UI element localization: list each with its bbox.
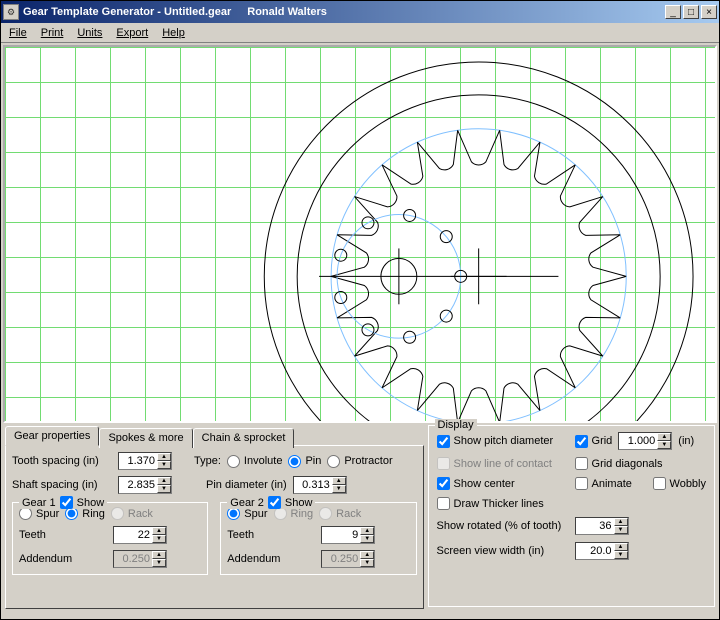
grid-diagonals-check[interactable]: Grid diagonals <box>575 457 663 470</box>
window-title: Gear Template Generator - Untitled.gear <box>23 6 231 18</box>
window-user: Ronald Walters <box>247 6 327 18</box>
tab-chain[interactable]: Chain & sprocket <box>193 428 295 448</box>
tooth-spacing-label: Tooth spacing (in) <box>12 455 112 467</box>
tab-gear-properties[interactable]: Gear properties <box>5 426 99 446</box>
tab-body: Tooth spacing (in) ▲▼ Type: Involute Pin… <box>5 445 424 609</box>
pin-diameter-field[interactable]: ▲▼ <box>293 476 347 494</box>
gear1-legend: Gear 1 <box>22 497 56 509</box>
gear1-teeth-field[interactable]: ▲▼ <box>113 526 167 544</box>
display-group: Display Show pitch diameter Grid ▲▼ (in)… <box>428 425 715 607</box>
type-label: Type: <box>194 455 221 467</box>
menu-help[interactable]: Help <box>162 27 185 39</box>
gear2-rack-radio: Rack <box>319 507 361 520</box>
animate-check[interactable]: Animate <box>575 477 647 490</box>
gear1-addendum-label: Addendum <box>19 553 107 565</box>
menubar: File Print Units Export Help <box>1 23 719 43</box>
screen-width-label: Screen view width (in) <box>437 545 569 557</box>
tab-spokes[interactable]: Spokes & more <box>99 428 192 448</box>
screen-width-field[interactable]: ▲▼ <box>575 542 629 560</box>
type-involute-radio[interactable]: Involute <box>227 455 283 468</box>
show-contact-check: Show line of contact <box>437 457 569 470</box>
titlebar: ⚙ Gear Template Generator - Untitled.gea… <box>1 1 719 23</box>
rotated-field[interactable]: ▲▼ <box>575 517 629 535</box>
grid-check[interactable]: Grid <box>575 435 613 448</box>
gear1-show-check[interactable]: Show <box>60 496 105 509</box>
gear-canvas[interactable] <box>3 45 717 423</box>
gear1-teeth-label: Teeth <box>19 529 107 541</box>
gear2-addendum-field: ▲▼ <box>321 550 375 568</box>
app-icon: ⚙ <box>3 4 19 20</box>
gear2-legend: Gear 2 <box>230 497 264 509</box>
gear2-addendum-label: Addendum <box>227 553 315 565</box>
thicker-lines-check[interactable]: Draw Thicker lines <box>437 497 544 510</box>
maximize-button[interactable]: □ <box>683 5 699 19</box>
gear1-group: Gear 1 Show Spur Ring Rack Teeth ▲▼ Adde… <box>12 502 208 575</box>
gear-drawing <box>5 47 715 423</box>
menu-export[interactable]: Export <box>116 27 148 39</box>
show-pitch-check[interactable]: Show pitch diameter <box>437 435 569 448</box>
gear2-show-check[interactable]: Show <box>268 496 313 509</box>
shaft-spacing-label: Shaft spacing (in) <box>12 479 112 491</box>
rotated-label: Show rotated (% of tooth) <box>437 520 569 532</box>
close-button[interactable]: × <box>701 5 717 19</box>
minimize-button[interactable]: _ <box>665 5 681 19</box>
wobbly-check[interactable]: Wobbly <box>653 477 706 490</box>
pin-diameter-label: Pin diameter (in) <box>206 479 287 491</box>
gear1-rack-radio: Rack <box>111 507 153 520</box>
tooth-spacing-field[interactable]: ▲▼ <box>118 452 172 470</box>
type-pin-radio[interactable]: Pin <box>288 455 321 468</box>
gear1-addendum-field: ▲▼ <box>113 550 167 568</box>
display-legend: Display <box>435 419 477 431</box>
gear2-teeth-field[interactable]: ▲▼ <box>321 526 375 544</box>
gear2-teeth-label: Teeth <box>227 529 315 541</box>
grid-unit-label: (in) <box>678 435 694 447</box>
show-center-check[interactable]: Show center <box>437 477 569 490</box>
tabs: Gear properties Spokes & more Chain & sp… <box>5 426 424 446</box>
menu-print[interactable]: Print <box>41 27 64 39</box>
grid-size-field[interactable]: ▲▼ <box>618 432 672 450</box>
type-protractor-radio[interactable]: Protractor <box>327 455 392 468</box>
menu-units[interactable]: Units <box>77 27 102 39</box>
gear2-group: Gear 2 Show Spur Ring Rack Teeth ▲▼ Adde… <box>220 502 416 575</box>
menu-file[interactable]: File <box>9 27 27 39</box>
shaft-spacing-field[interactable]: ▲▼ <box>118 476 172 494</box>
